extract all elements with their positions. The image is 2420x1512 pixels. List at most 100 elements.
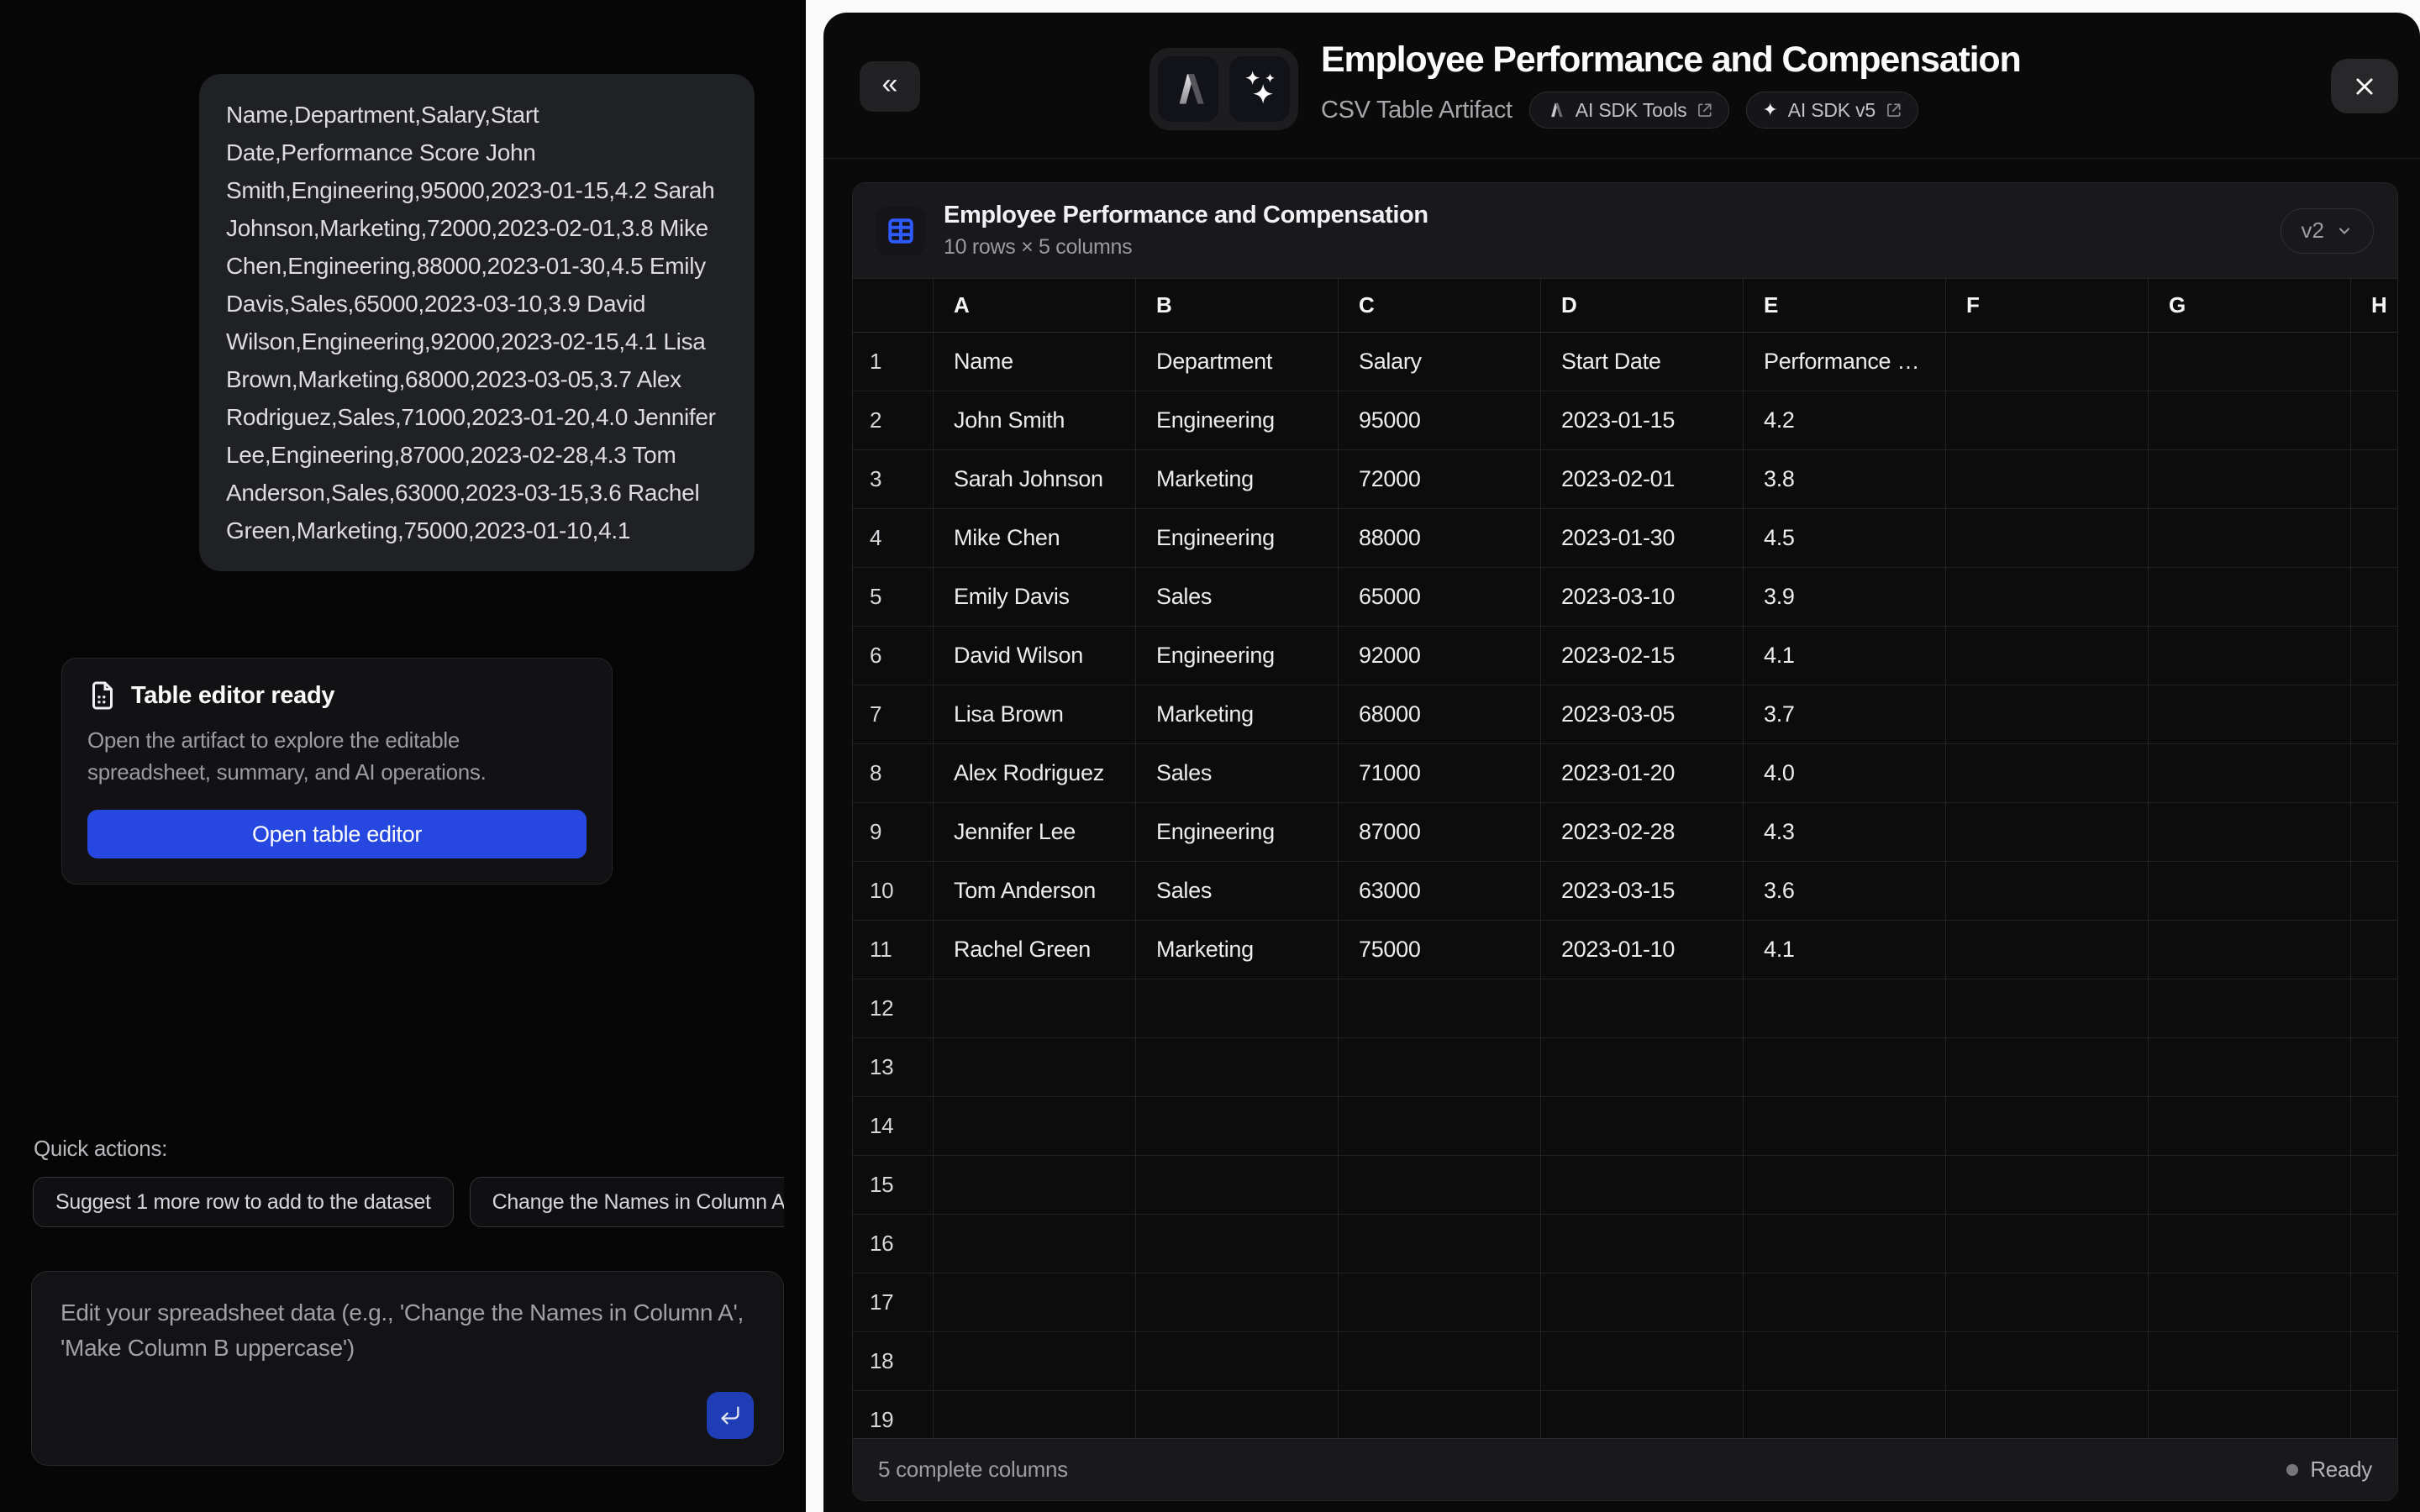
cell-F13[interactable] bbox=[1946, 1038, 2149, 1097]
cell-C1[interactable]: Salary bbox=[1339, 333, 1541, 391]
cell-H16[interactable] bbox=[2351, 1215, 2397, 1273]
row-number-4[interactable]: 4 bbox=[853, 509, 934, 568]
cell-A4[interactable]: Mike Chen bbox=[934, 509, 1136, 568]
cell-F3[interactable] bbox=[1946, 450, 2149, 509]
cell-C2[interactable]: 95000 bbox=[1339, 391, 1541, 450]
row-number-16[interactable]: 16 bbox=[853, 1215, 934, 1273]
cell-H7[interactable] bbox=[2351, 685, 2397, 744]
cell-H8[interactable] bbox=[2351, 744, 2397, 803]
cell-D10[interactable]: 2023-03-15 bbox=[1541, 862, 1744, 921]
cell-D18[interactable] bbox=[1541, 1332, 1744, 1391]
column-header-C[interactable]: C bbox=[1339, 279, 1541, 333]
cell-H1[interactable] bbox=[2351, 333, 2397, 391]
cell-C11[interactable]: 75000 bbox=[1339, 921, 1541, 979]
cell-B7[interactable]: Marketing bbox=[1136, 685, 1339, 744]
cell-A5[interactable]: Emily Davis bbox=[934, 568, 1136, 627]
cell-B5[interactable]: Sales bbox=[1136, 568, 1339, 627]
cell-D8[interactable]: 2023-01-20 bbox=[1541, 744, 1744, 803]
cell-E15[interactable] bbox=[1744, 1156, 1946, 1215]
cell-F18[interactable] bbox=[1946, 1332, 2149, 1391]
cell-H10[interactable] bbox=[2351, 862, 2397, 921]
cell-G9[interactable] bbox=[2149, 803, 2351, 862]
cell-E10[interactable]: 3.6 bbox=[1744, 862, 1946, 921]
corner-cell[interactable] bbox=[853, 279, 934, 333]
row-number-6[interactable]: 6 bbox=[853, 627, 934, 685]
cell-E12[interactable] bbox=[1744, 979, 1946, 1038]
cell-G11[interactable] bbox=[2149, 921, 2351, 979]
row-number-10[interactable]: 10 bbox=[853, 862, 934, 921]
cell-E5[interactable]: 3.9 bbox=[1744, 568, 1946, 627]
cell-H12[interactable] bbox=[2351, 979, 2397, 1038]
cell-F8[interactable] bbox=[1946, 744, 2149, 803]
cell-F14[interactable] bbox=[1946, 1097, 2149, 1156]
cell-B13[interactable] bbox=[1136, 1038, 1339, 1097]
cell-B10[interactable]: Sales bbox=[1136, 862, 1339, 921]
cell-F10[interactable] bbox=[1946, 862, 2149, 921]
cell-E8[interactable]: 4.0 bbox=[1744, 744, 1946, 803]
cell-B17[interactable] bbox=[1136, 1273, 1339, 1332]
cell-C5[interactable]: 65000 bbox=[1339, 568, 1541, 627]
cell-A3[interactable]: Sarah Johnson bbox=[934, 450, 1136, 509]
cell-D3[interactable]: 2023-02-01 bbox=[1541, 450, 1744, 509]
cell-B6[interactable]: Engineering bbox=[1136, 627, 1339, 685]
cell-G15[interactable] bbox=[2149, 1156, 2351, 1215]
row-number-11[interactable]: 11 bbox=[853, 921, 934, 979]
column-header-H[interactable]: H bbox=[2351, 279, 2397, 333]
cell-A11[interactable]: Rachel Green bbox=[934, 921, 1136, 979]
column-header-F[interactable]: F bbox=[1946, 279, 2149, 333]
open-table-editor-button[interactable]: Open table editor bbox=[87, 810, 587, 858]
badge-ai-sdk-v5[interactable]: ✦ AI SDK v5 bbox=[1746, 92, 1918, 129]
cell-D5[interactable]: 2023-03-10 bbox=[1541, 568, 1744, 627]
column-header-D[interactable]: D bbox=[1541, 279, 1744, 333]
cell-G13[interactable] bbox=[2149, 1038, 2351, 1097]
cell-D6[interactable]: 2023-02-15 bbox=[1541, 627, 1744, 685]
collapse-panel-button[interactable]: « bbox=[860, 61, 920, 112]
cell-E11[interactable]: 4.1 bbox=[1744, 921, 1946, 979]
cell-B12[interactable] bbox=[1136, 979, 1339, 1038]
cell-E14[interactable] bbox=[1744, 1097, 1946, 1156]
cell-B16[interactable] bbox=[1136, 1215, 1339, 1273]
cell-A1[interactable]: Name bbox=[934, 333, 1136, 391]
cell-E13[interactable] bbox=[1744, 1038, 1946, 1097]
cell-B8[interactable]: Sales bbox=[1136, 744, 1339, 803]
cell-G12[interactable] bbox=[2149, 979, 2351, 1038]
cell-A7[interactable]: Lisa Brown bbox=[934, 685, 1136, 744]
cell-E18[interactable] bbox=[1744, 1332, 1946, 1391]
cell-H18[interactable] bbox=[2351, 1332, 2397, 1391]
cell-C16[interactable] bbox=[1339, 1215, 1541, 1273]
row-number-5[interactable]: 5 bbox=[853, 568, 934, 627]
cell-E7[interactable]: 3.7 bbox=[1744, 685, 1946, 744]
cell-F6[interactable] bbox=[1946, 627, 2149, 685]
cell-H14[interactable] bbox=[2351, 1097, 2397, 1156]
cell-A17[interactable] bbox=[934, 1273, 1136, 1332]
cell-H13[interactable] bbox=[2351, 1038, 2397, 1097]
cell-A13[interactable] bbox=[934, 1038, 1136, 1097]
cell-E3[interactable]: 3.8 bbox=[1744, 450, 1946, 509]
row-number-9[interactable]: 9 bbox=[853, 803, 934, 862]
cell-A9[interactable]: Jennifer Lee bbox=[934, 803, 1136, 862]
row-number-1[interactable]: 1 bbox=[853, 333, 934, 391]
cell-C3[interactable]: 72000 bbox=[1339, 450, 1541, 509]
cell-B3[interactable]: Marketing bbox=[1136, 450, 1339, 509]
cell-B1[interactable]: Department bbox=[1136, 333, 1339, 391]
cell-D16[interactable] bbox=[1541, 1215, 1744, 1273]
row-number-2[interactable]: 2 bbox=[853, 391, 934, 450]
cell-B11[interactable]: Marketing bbox=[1136, 921, 1339, 979]
cell-A8[interactable]: Alex Rodriguez bbox=[934, 744, 1136, 803]
cell-D7[interactable]: 2023-03-05 bbox=[1541, 685, 1744, 744]
cell-B18[interactable] bbox=[1136, 1332, 1339, 1391]
close-artifact-button[interactable] bbox=[2331, 59, 2398, 113]
cell-E16[interactable] bbox=[1744, 1215, 1946, 1273]
cell-D4[interactable]: 2023-01-30 bbox=[1541, 509, 1744, 568]
cell-E1[interactable]: Performance Score bbox=[1744, 333, 1946, 391]
cell-E9[interactable]: 4.3 bbox=[1744, 803, 1946, 862]
cell-G17[interactable] bbox=[2149, 1273, 2351, 1332]
cell-G7[interactable] bbox=[2149, 685, 2351, 744]
cell-D1[interactable]: Start Date bbox=[1541, 333, 1744, 391]
cell-H3[interactable] bbox=[2351, 450, 2397, 509]
cell-H11[interactable] bbox=[2351, 921, 2397, 979]
cell-F11[interactable] bbox=[1946, 921, 2149, 979]
cell-D11[interactable]: 2023-01-10 bbox=[1541, 921, 1744, 979]
cell-E17[interactable] bbox=[1744, 1273, 1946, 1332]
cell-C6[interactable]: 92000 bbox=[1339, 627, 1541, 685]
